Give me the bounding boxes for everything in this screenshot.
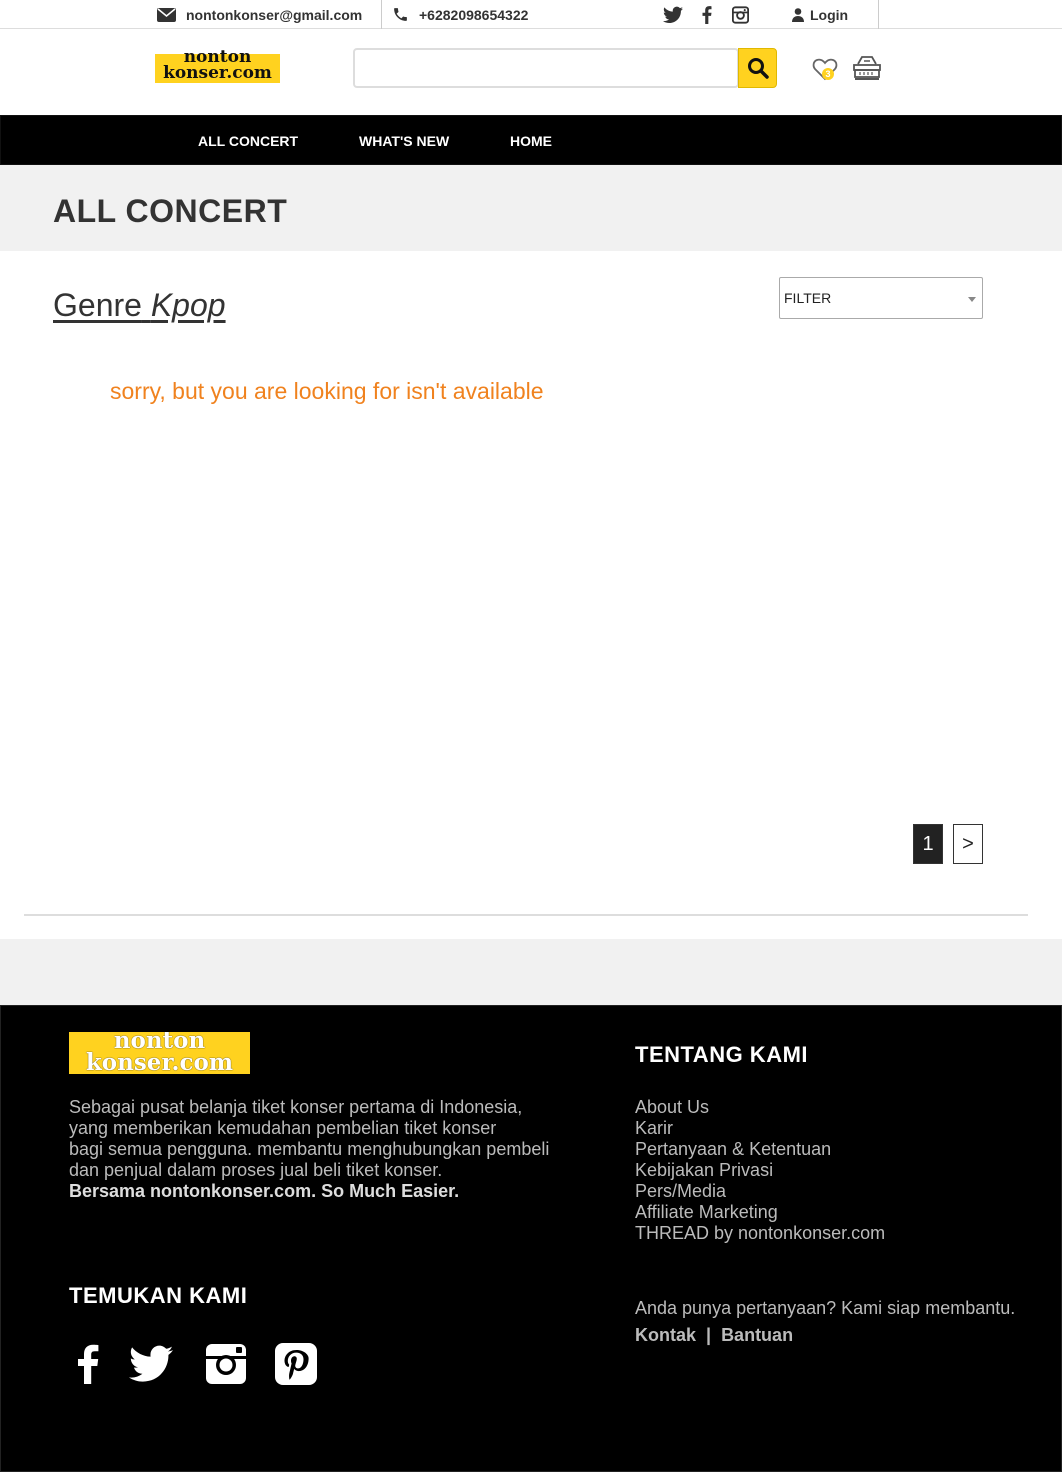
search-icon	[747, 58, 769, 79]
wishlist-count-badge: 3	[822, 68, 834, 80]
footer-logo[interactable]: nonton konser.com	[69, 1027, 250, 1076]
footer-about-text: Sebagai pusat belanja tiket konser perta…	[69, 1097, 569, 1202]
contact-email[interactable]: nontonkonser@gmail.com	[157, 0, 362, 29]
genre-prefix: Genre	[53, 287, 142, 323]
footer-link-thread[interactable]: THREAD by nontonkonser.com	[635, 1223, 885, 1244]
topbar-divider	[878, 0, 879, 29]
footer-link-privacy[interactable]: Kebijakan Privasi	[635, 1160, 885, 1181]
contact-phone-text: +6282098654322	[419, 6, 529, 23]
twitter-icon[interactable]	[129, 1342, 173, 1386]
footer-link-about-us[interactable]: About Us	[635, 1097, 885, 1118]
phone-icon	[394, 8, 407, 21]
footer-link-karir[interactable]: Karir	[635, 1118, 885, 1139]
page-title: ALL CONCERT	[53, 193, 288, 229]
footer-help-link[interactable]: Bantuan	[721, 1325, 793, 1346]
search-input[interactable]	[353, 48, 739, 88]
envelope-icon	[157, 7, 176, 22]
footer-about-heading: TENTANG KAMI	[635, 1042, 809, 1067]
footer-links: About Us Karir Pertanyaan & Ketentuan Ke…	[635, 1097, 885, 1244]
login-label: Login	[810, 6, 849, 23]
nav-item-whats-new[interactable]: WHAT'S NEW	[359, 116, 449, 166]
nav-item-home[interactable]: HOME	[510, 116, 552, 166]
site-logo-text: nonton konser.com	[163, 47, 272, 83]
nav-item-all-concert[interactable]: ALL CONCERT	[198, 116, 298, 166]
empty-state-message: sorry, but you are looking for isn't ava…	[110, 378, 544, 404]
footer-contact-link[interactable]: Kontak	[635, 1325, 696, 1346]
pre-footer-band	[0, 939, 1062, 1005]
caret-down-icon	[968, 297, 976, 302]
instagram-icon[interactable]	[732, 6, 749, 24]
login-link[interactable]: Login	[792, 0, 848, 29]
contact-email-text: nontonkonser@gmail.com	[186, 6, 363, 23]
site-logo[interactable]: nonton konser.com	[155, 49, 280, 83]
footer-link-affiliate[interactable]: Affiliate Marketing	[635, 1202, 885, 1223]
top-bar: nontonkonser@gmail.com +6282098654322 Lo…	[0, 0, 1062, 29]
main-nav: ALL CONCERT WHAT'S NEW HOME	[0, 115, 1062, 165]
user-icon	[792, 7, 804, 22]
footer-tagline: Bersama nontonkonser.com. So Much Easier…	[69, 1181, 460, 1201]
pagination-page-current[interactable]: 1	[913, 824, 943, 864]
footer-logo-text: nonton konser.com	[85, 1027, 234, 1076]
footer-contact-separator: |	[706, 1325, 712, 1345]
footer-question: Anda punya pertanyaan? Kami siap membant…	[635, 1298, 1016, 1318]
cart-icon[interactable]	[852, 55, 882, 81]
genre-value: Kpop	[150, 287, 226, 323]
search-button[interactable]	[738, 48, 777, 88]
contact-phone[interactable]: +6282098654322	[392, 0, 528, 29]
filter-label: FILTER	[784, 290, 832, 306]
pinterest-icon[interactable]	[274, 1342, 318, 1386]
footer-contact-row: Kontak | Bantuan	[635, 1325, 793, 1346]
instagram-icon[interactable]	[204, 1342, 248, 1386]
footer-link-terms[interactable]: Pertanyaan & Ketentuan	[635, 1139, 885, 1160]
twitter-icon[interactable]	[663, 6, 683, 24]
genre-heading: Genre Kpop	[53, 287, 226, 324]
facebook-icon[interactable]	[66, 1342, 110, 1386]
pagination-next-button[interactable]: >	[953, 824, 983, 864]
content-divider	[24, 914, 1028, 916]
footer-link-press[interactable]: Pers/Media	[635, 1181, 885, 1202]
topbar-divider	[381, 0, 382, 29]
facebook-icon[interactable]	[700, 6, 714, 24]
filter-select[interactable]: FILTER	[779, 277, 983, 319]
footer-find-us-heading: TEMUKAN KAMI	[69, 1283, 248, 1308]
